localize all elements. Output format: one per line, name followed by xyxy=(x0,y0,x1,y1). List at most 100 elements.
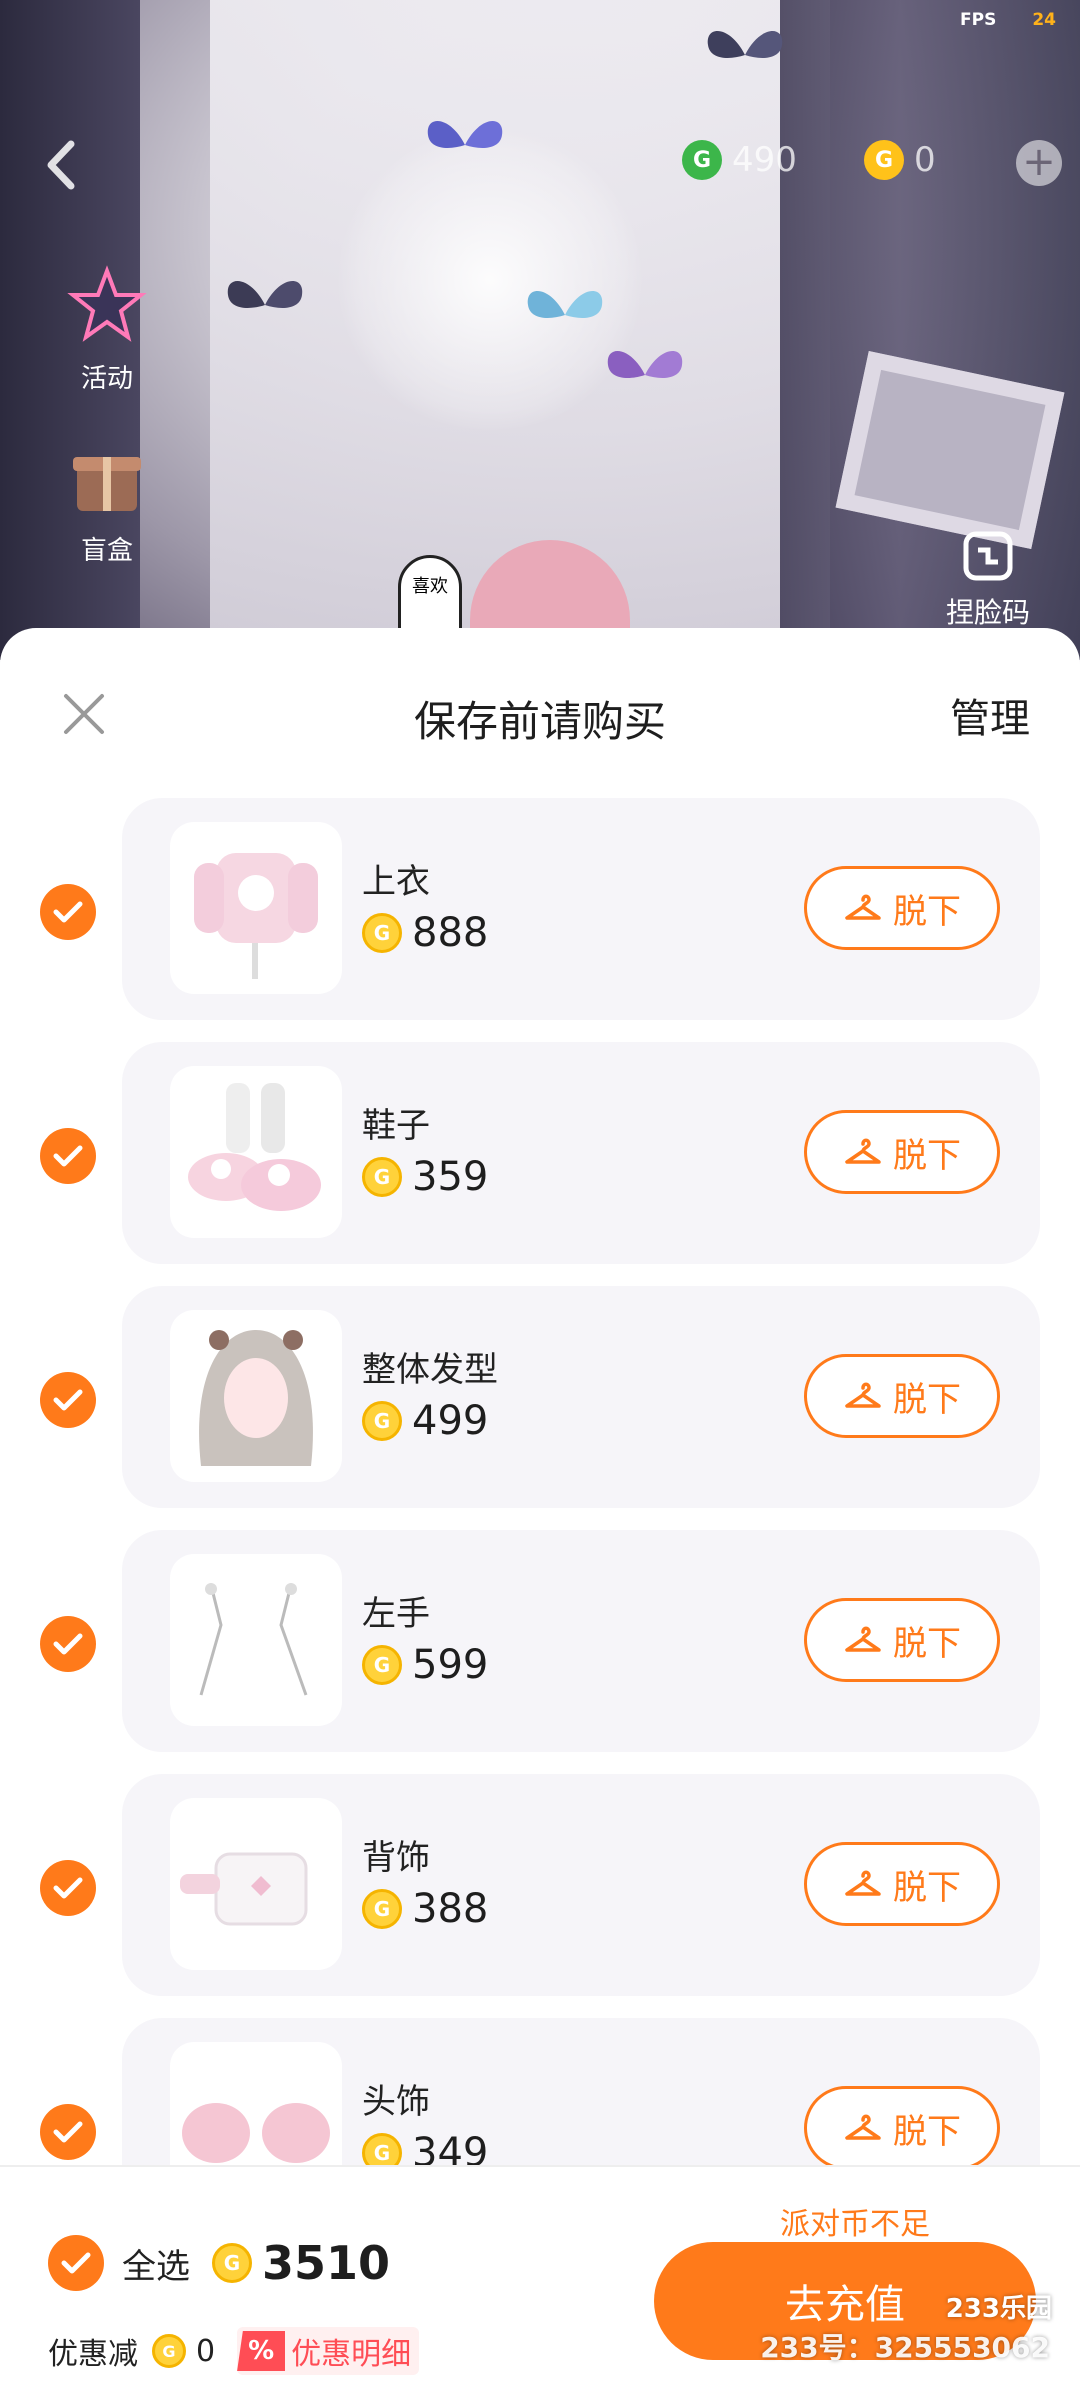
discount-row: 优惠减 G 0 % 优惠明细 xyxy=(48,2327,420,2375)
hanger-icon xyxy=(845,1382,881,1408)
item-row: 整体发型 G 499 脱下 xyxy=(0,1286,1080,1508)
item-name: 头饰 xyxy=(362,2082,430,2122)
side-menu-blindbox-label: 盲盒 xyxy=(80,536,133,566)
add-coin-button[interactable]: + xyxy=(1016,140,1062,186)
fps-value: 24 xyxy=(1032,10,1056,30)
item-row: 鞋子 G 359 脱下 xyxy=(0,1042,1080,1264)
item-price: G 888 xyxy=(362,910,488,956)
hanger-icon xyxy=(845,1138,881,1164)
select-all[interactable]: 全选 G 3510 xyxy=(48,2235,390,2291)
side-menu-activity-label: 活动 xyxy=(80,364,133,394)
item-thumbnail xyxy=(170,1310,342,1482)
green-coin-balance: G 490 xyxy=(682,140,797,180)
butterfly-icon xyxy=(607,351,683,378)
take-off-button[interactable]: 脱下 xyxy=(804,1354,1000,1438)
butterfly-icon xyxy=(527,291,603,318)
discount-label: 优惠减 xyxy=(48,2337,138,2372)
gold-coin-icon: G xyxy=(362,1889,402,1929)
item-checkbox[interactable] xyxy=(40,884,96,940)
hanger-icon xyxy=(845,894,881,920)
butterfly-icon xyxy=(427,121,503,148)
gold-coin-icon: G xyxy=(212,2243,252,2283)
item-checkbox[interactable] xyxy=(40,1616,96,1672)
gold-coin-icon: G xyxy=(362,1157,402,1197)
take-off-label: 脱下 xyxy=(893,1379,961,1420)
take-off-label: 脱下 xyxy=(893,1867,961,1908)
item-card[interactable]: 鞋子 G 359 脱下 xyxy=(122,1042,1040,1264)
item-row: 背饰 G 388 脱下 xyxy=(0,1774,1080,1996)
item-card[interactable]: 上衣 G 888 脱下 xyxy=(122,798,1040,1020)
select-all-checkbox[interactable] xyxy=(48,2235,104,2291)
item-name: 背饰 xyxy=(362,1838,430,1878)
take-off-button[interactable]: 脱下 xyxy=(804,1842,1000,1926)
check-icon xyxy=(53,2121,83,2143)
item-checkbox[interactable] xyxy=(40,1860,96,1916)
take-off-label: 脱下 xyxy=(893,2111,961,2152)
item-row: 左手 G 599 脱下 xyxy=(0,1530,1080,1752)
side-menu-activity[interactable]: 活动 xyxy=(52,260,162,395)
total-price: 3510 xyxy=(262,2236,391,2290)
game-scene: FPS 24 G 490 G 0 + 活动 盲盒 捏脸码 喜欢 xyxy=(0,0,1080,660)
item-price-value: 388 xyxy=(412,1886,489,1932)
chevron-left-icon xyxy=(47,140,75,190)
item-name: 左手 xyxy=(362,1594,430,1634)
item-row: 上衣 G 888 脱下 xyxy=(0,798,1080,1020)
gold-coin-icon: G xyxy=(362,1401,402,1441)
gold-coin-balance: G 0 xyxy=(864,140,936,180)
take-off-label: 脱下 xyxy=(893,1135,961,1176)
item-name: 上衣 xyxy=(362,862,430,902)
star-icon xyxy=(62,260,152,350)
watermark-id: 233号：325553062 xyxy=(760,2331,1050,2364)
select-all-label: 全选 xyxy=(122,2246,190,2287)
take-off-button[interactable]: 脱下 xyxy=(804,1110,1000,1194)
check-icon xyxy=(53,1389,83,1411)
item-price: G 599 xyxy=(362,1642,488,1688)
check-icon xyxy=(53,1145,83,1167)
discount-detail-link[interactable]: % 优惠明细 xyxy=(237,2327,420,2375)
item-checkbox[interactable] xyxy=(40,2104,96,2160)
take-off-button[interactable]: 脱下 xyxy=(804,2086,1000,2170)
take-off-button[interactable]: 脱下 xyxy=(804,1598,1000,1682)
manage-button[interactable]: 管理 xyxy=(950,686,1030,744)
hanger-icon xyxy=(845,2114,881,2140)
item-thumbnail xyxy=(170,1554,342,1726)
face-code-button[interactable]: 捏脸码 xyxy=(918,528,1058,631)
discount-detail-label: 优惠明细 xyxy=(291,2337,412,2372)
butterfly-icon xyxy=(707,31,783,58)
item-price-value: 599 xyxy=(412,1642,489,1688)
item-card[interactable]: 背饰 G 388 脱下 xyxy=(122,1774,1040,1996)
check-icon xyxy=(53,901,83,923)
item-card[interactable]: 整体发型 G 499 脱下 xyxy=(122,1286,1040,1508)
fps-counter: FPS 24 xyxy=(960,10,1056,30)
hanger-icon xyxy=(845,1870,881,1896)
item-checkbox[interactable] xyxy=(40,1128,96,1184)
item-thumbnail xyxy=(170,1066,342,1238)
item-price-value: 888 xyxy=(412,910,489,956)
back-button[interactable] xyxy=(36,140,86,190)
sheet-title: 保存前请购买 xyxy=(413,697,666,746)
item-price-value: 499 xyxy=(412,1398,489,1444)
insufficient-notice: 派对币不足 xyxy=(780,2207,930,2242)
green-coin-icon: G xyxy=(682,140,722,180)
item-thumbnail xyxy=(170,822,342,994)
item-name: 鞋子 xyxy=(362,1106,430,1146)
gold-coin-icon: G xyxy=(362,1645,402,1685)
check-icon xyxy=(53,1877,83,1899)
item-price-value: 359 xyxy=(412,1154,489,1200)
item-card[interactable]: 左手 G 599 脱下 xyxy=(122,1530,1040,1752)
butterfly-icon xyxy=(227,281,303,308)
item-price: G 499 xyxy=(362,1398,488,1444)
item-thumbnail xyxy=(170,1798,342,1970)
item-price: G 388 xyxy=(362,1886,488,1932)
check-icon xyxy=(61,2252,91,2274)
check-icon xyxy=(53,1633,83,1655)
fps-label: FPS xyxy=(960,10,997,30)
take-off-button[interactable]: 脱下 xyxy=(804,866,1000,950)
green-coin-count: 490 xyxy=(732,140,797,180)
side-menu-blindbox[interactable]: 盲盒 xyxy=(52,432,162,567)
item-checkbox[interactable] xyxy=(40,1372,96,1428)
item-name: 整体发型 xyxy=(362,1350,498,1390)
gold-coin-icon: G xyxy=(362,913,402,953)
take-off-label: 脱下 xyxy=(893,1623,961,1664)
gold-coin-icon: G xyxy=(152,2334,186,2368)
